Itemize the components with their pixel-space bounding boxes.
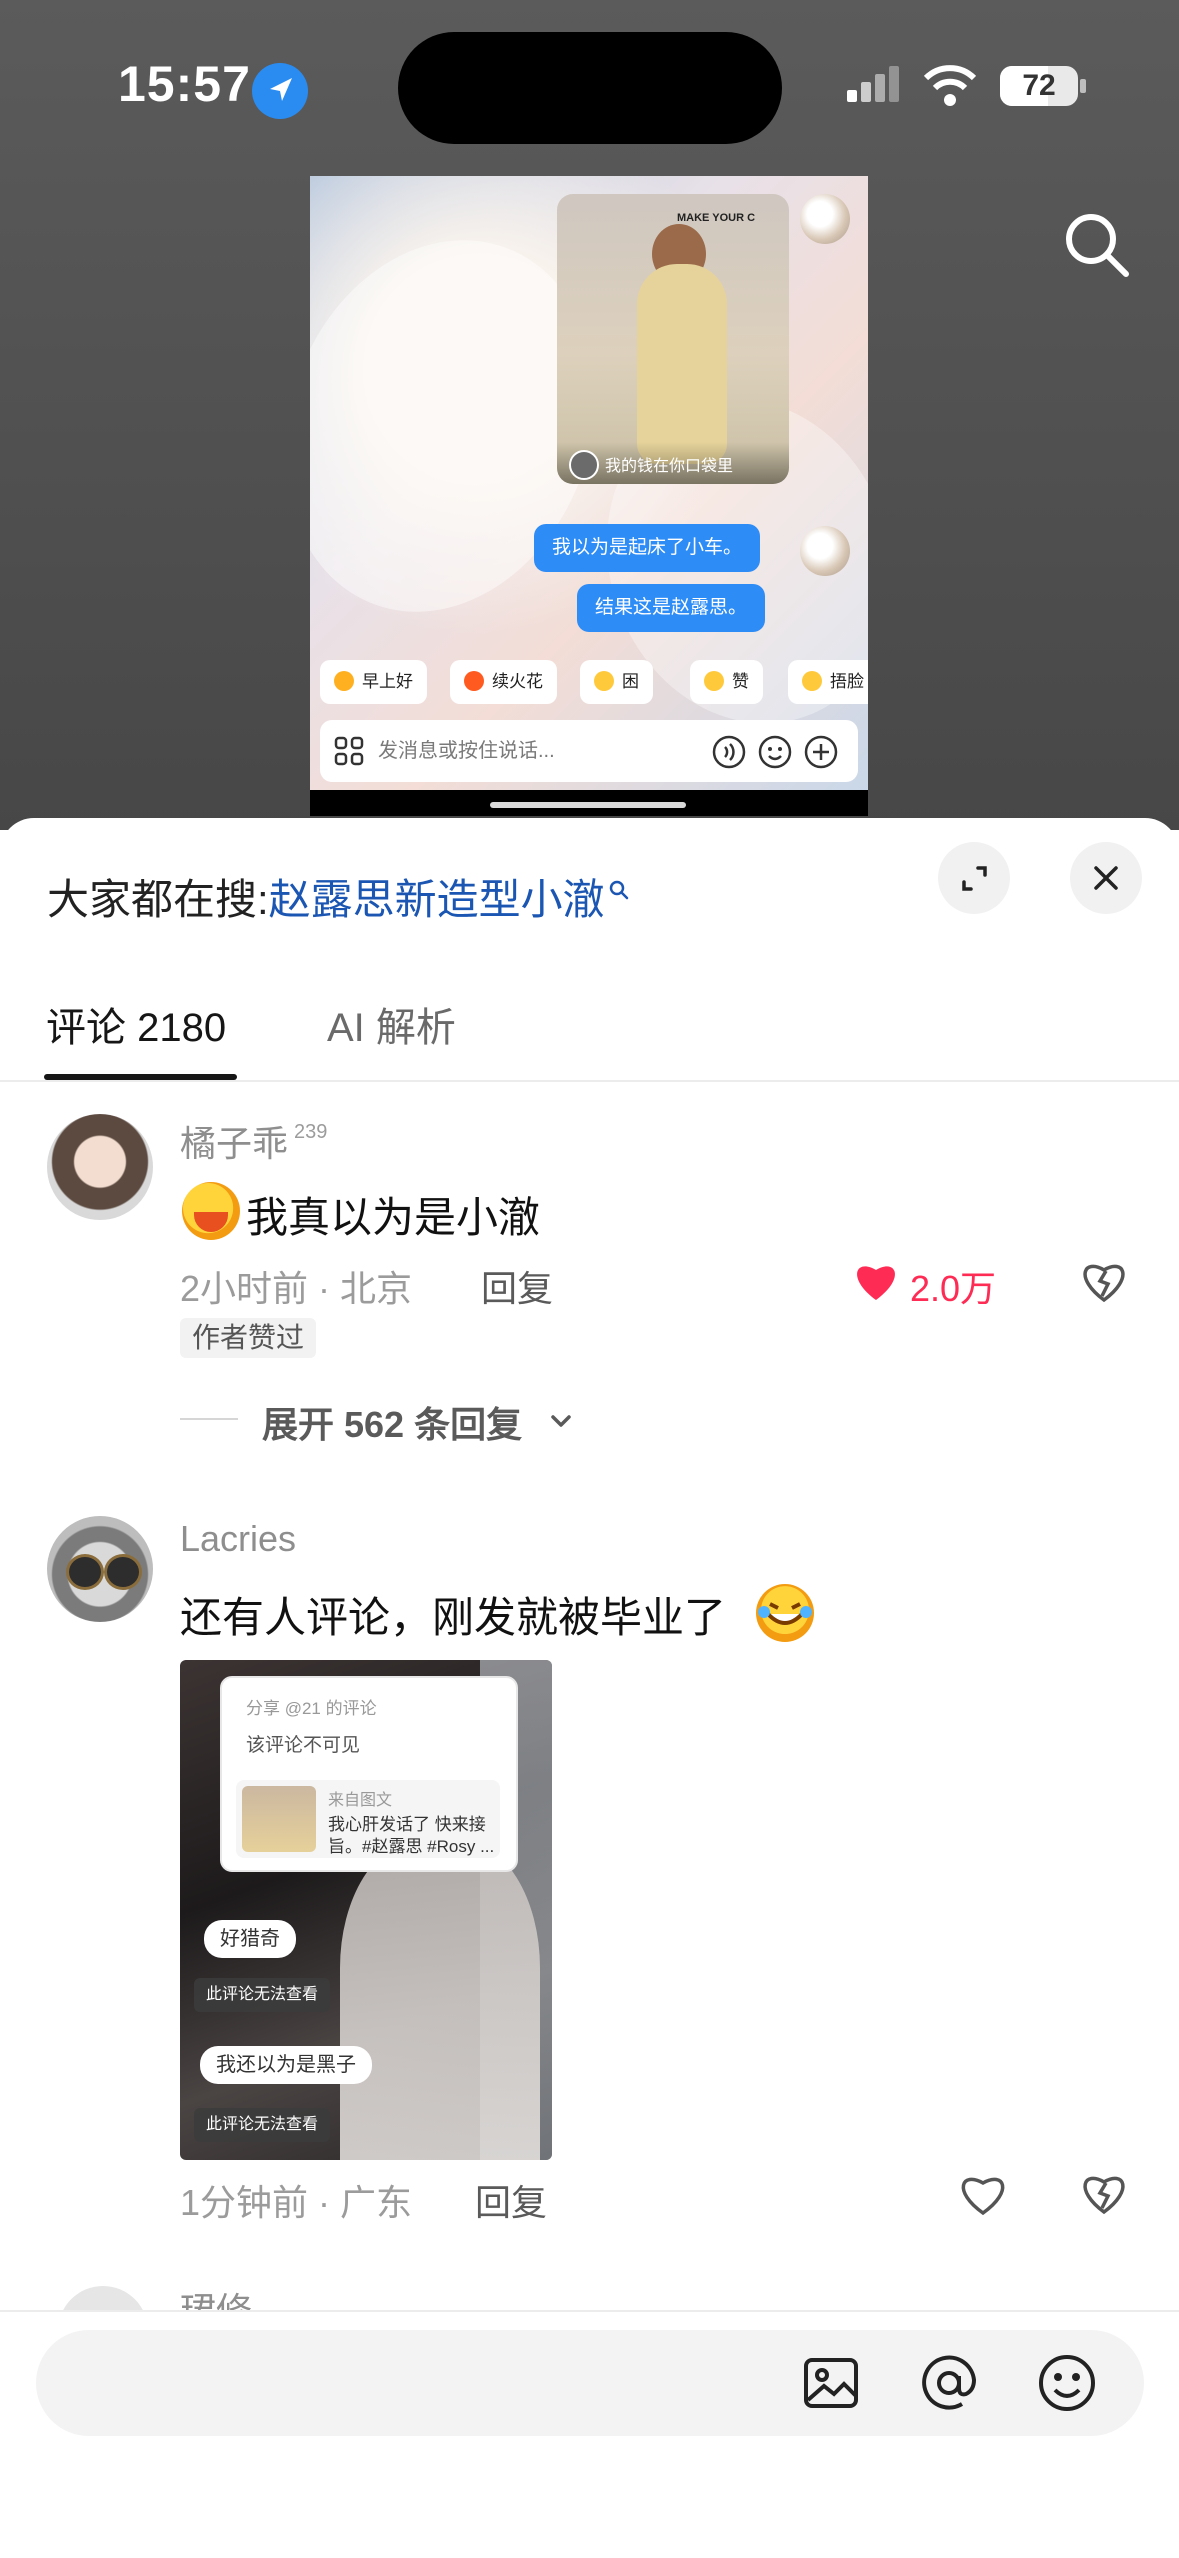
quoted-post-thumbnail bbox=[242, 1786, 316, 1852]
chat-avatar bbox=[800, 526, 850, 576]
emoji-picker-icon[interactable] bbox=[1036, 2352, 1098, 2414]
quoted-text: 旨。#赵露思 #Rosy ... bbox=[328, 1837, 495, 1856]
quick-chip-sleepy[interactable]: 困 bbox=[580, 660, 653, 704]
image-picker-icon[interactable] bbox=[800, 2352, 862, 2414]
photo-subject bbox=[637, 264, 727, 464]
comment-username[interactable]: 橘子乖 239 bbox=[180, 1115, 327, 1167]
chat-input-bar[interactable]: 发消息或按住说话... bbox=[320, 720, 858, 782]
tab-comments[interactable]: 评论 2180 bbox=[46, 995, 226, 1053]
image-bubble-tag: 我还以为是黑子 bbox=[200, 2046, 372, 2084]
quoted-from: 来自图文 bbox=[328, 1792, 393, 1809]
battery-percent: 72 bbox=[1022, 69, 1056, 102]
comment-text: 我真以为是小澈 bbox=[246, 1194, 541, 1241]
divider bbox=[0, 1080, 1179, 1082]
cannot-view-label: 此评论无法查看 bbox=[194, 1978, 331, 2012]
username-text: 橘子乖 bbox=[180, 1123, 289, 1164]
emoji-icon bbox=[334, 671, 354, 691]
like-count: 2.0万 bbox=[910, 1268, 997, 1309]
emoji-icon bbox=[802, 671, 822, 691]
everyone-searching[interactable]: 大家都在搜:赵露思新造型小澈 bbox=[47, 862, 629, 927]
user-level-badge: 239 bbox=[294, 1121, 328, 1143]
expand-icon bbox=[962, 866, 987, 891]
cannot-view-label: 此评论无法查看 bbox=[194, 2108, 331, 2142]
apps-grid-icon[interactable] bbox=[334, 736, 364, 766]
comment-image[interactable]: 分享 @21 的评论 该评论不可见 来自图文 我心肝发话了 快来接 旨。#赵露思… bbox=[180, 1660, 552, 2160]
expand-replies-button[interactable]: 展开 562 条回复 bbox=[262, 1396, 522, 1448]
location-arrow-icon bbox=[252, 63, 308, 119]
photo-caption: 我的钱在你口袋里 bbox=[605, 458, 734, 475]
emoji-picker-icon[interactable] bbox=[758, 735, 792, 769]
expand-sheet-button[interactable] bbox=[938, 842, 1010, 914]
search-icon[interactable] bbox=[1062, 210, 1132, 280]
chat-message: 结果这是赵露思。 bbox=[577, 584, 766, 632]
share-title: 分享 @21 的评论 bbox=[246, 1699, 377, 1718]
image-person bbox=[340, 1840, 540, 2160]
comment-meta: 2小时前 · 北京 bbox=[180, 1268, 413, 1309]
reply-button[interactable]: 回复 bbox=[481, 1260, 553, 1312]
comment-username[interactable]: Lacries bbox=[180, 1518, 296, 1560]
photo-brand-text: MAKE YOUR C bbox=[677, 212, 756, 224]
close-icon bbox=[1094, 866, 1118, 890]
battery-cap bbox=[1080, 79, 1086, 93]
avatar-goggle bbox=[104, 1554, 142, 1590]
chip-label: 早上好 bbox=[362, 672, 413, 691]
voice-icon[interactable] bbox=[712, 735, 746, 769]
chip-label: 赞 bbox=[732, 672, 749, 691]
quoted-post: 来自图文 我心肝发话了 快来接 旨。#赵露思 #Rosy ... bbox=[236, 1780, 500, 1858]
avatar-goggle bbox=[66, 1554, 104, 1590]
hidden-note: 该评论不可见 bbox=[246, 1735, 361, 1756]
quick-chip-streak[interactable]: 续火花 bbox=[450, 660, 557, 704]
reply-button[interactable]: 回复 bbox=[475, 2174, 547, 2226]
chip-label: 捂脸 bbox=[830, 672, 864, 691]
chat-avatar bbox=[800, 194, 850, 244]
close-button[interactable] bbox=[1070, 842, 1142, 914]
fire-icon bbox=[464, 671, 484, 691]
quick-chip-facepalm[interactable]: 捂脸 bbox=[788, 660, 868, 704]
chat-input-placeholder[interactable]: 发消息或按住说话... bbox=[378, 720, 555, 782]
quick-chip-good-morning[interactable]: 早上好 bbox=[320, 660, 427, 704]
dislike-icon[interactable] bbox=[1080, 1258, 1128, 1304]
quick-reply-chips: 早上好 续火花 困 赞 捂脸 bbox=[320, 660, 868, 704]
laughing-crying-emoji-icon bbox=[756, 1584, 814, 1642]
comment-composer[interactable] bbox=[36, 2330, 1144, 2436]
photo-message[interactable]: MAKE YOUR C 我的钱在你口袋里 bbox=[557, 194, 789, 484]
caption-avatar bbox=[569, 450, 599, 480]
cellular-signal-icon bbox=[845, 64, 905, 104]
image-bubble-tag: 好猎奇 bbox=[204, 1920, 296, 1958]
search-small-icon bbox=[609, 862, 629, 900]
trending-query-link[interactable]: 赵露思新造型小澈 bbox=[269, 876, 605, 923]
home-indicator bbox=[490, 802, 686, 808]
plus-icon[interactable] bbox=[804, 735, 838, 769]
battery-indicator: 72 bbox=[1000, 66, 1078, 106]
liked-heart-icon[interactable] bbox=[852, 1258, 900, 1302]
expand-divider bbox=[180, 1418, 238, 1420]
comment-text: 还有人评论，刚发就被毕业了 bbox=[180, 1594, 727, 1641]
emoji-icon bbox=[594, 671, 614, 691]
shared-comment-card: 分享 @21 的评论 该评论不可见 来自图文 我心肝发话了 快来接 旨。#赵露思… bbox=[220, 1676, 518, 1872]
author-liked-badge: 作者赞过 bbox=[180, 1318, 317, 1358]
dislike-icon[interactable] bbox=[1080, 2170, 1128, 2216]
chevron-down-icon[interactable] bbox=[548, 1408, 574, 1434]
wifi-icon bbox=[922, 62, 978, 108]
avatar[interactable] bbox=[47, 1114, 153, 1220]
quick-chip-like[interactable]: 赞 bbox=[690, 660, 763, 704]
heart-icon[interactable] bbox=[958, 2170, 1008, 2216]
thumbs-up-icon bbox=[704, 671, 724, 691]
mention-icon[interactable] bbox=[918, 2352, 980, 2414]
everyone-search-prefix: 大家都在搜: bbox=[47, 876, 269, 923]
shared-chat-screenshot[interactable]: MAKE YOUR C 我的钱在你口袋里 我以为是起床了小车。 结果这是赵露思。… bbox=[310, 176, 868, 816]
dynamic-island bbox=[398, 32, 782, 144]
chip-label: 困 bbox=[622, 672, 639, 691]
chat-message: 我以为是起床了小车。 bbox=[534, 524, 761, 572]
status-time: 15:57 bbox=[118, 56, 251, 112]
tab-ai-analysis[interactable]: AI 解析 bbox=[327, 995, 456, 1053]
comment-meta: 1分钟前 · 广东 bbox=[180, 2182, 413, 2223]
chip-label: 续火花 bbox=[492, 672, 543, 691]
